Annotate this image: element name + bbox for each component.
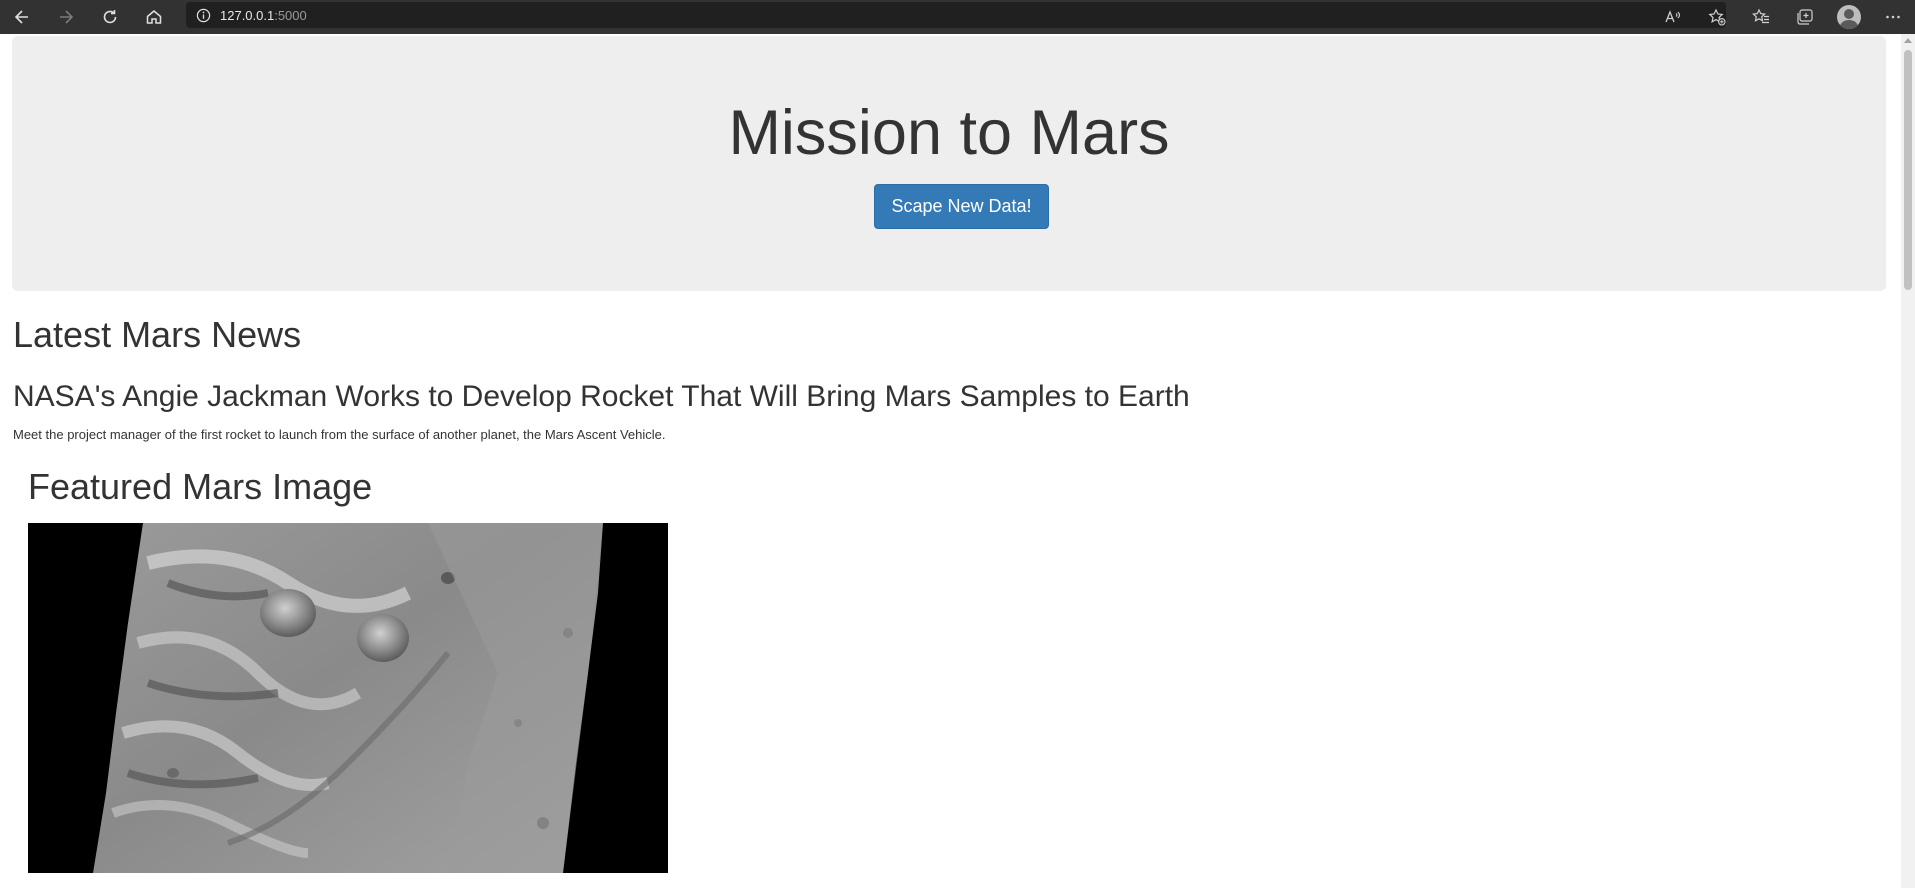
read-aloud-icon xyxy=(1665,10,1681,23)
info-icon[interactable] xyxy=(186,8,220,23)
news-teaser: Meet the project manager of the first ro… xyxy=(13,427,666,442)
back-icon xyxy=(14,10,28,24)
home-icon xyxy=(146,10,162,24)
featured-mars-image xyxy=(28,523,668,873)
profile-avatar xyxy=(1837,5,1861,29)
news-title: NASA's Angie Jackman Works to Develop Ro… xyxy=(13,380,1190,413)
url-text: 127.0.0.1:5000 xyxy=(220,8,307,23)
home-button[interactable] xyxy=(132,0,176,34)
add-favorite-icon xyxy=(1708,8,1726,26)
refresh-button[interactable] xyxy=(88,0,132,34)
page-viewport: Mission to Mars Scape New Data! Latest M… xyxy=(0,34,1901,888)
browser-toolbar: 127.0.0.1:5000 xyxy=(0,0,1915,34)
back-button[interactable] xyxy=(0,0,44,34)
more-button[interactable] xyxy=(1871,0,1915,34)
address-bar[interactable]: 127.0.0.1:5000 xyxy=(186,2,1726,28)
collections-icon xyxy=(1797,9,1813,25)
refresh-icon xyxy=(103,10,117,24)
featured-image-heading: Featured Mars Image xyxy=(28,466,373,507)
scrollbar-thumb[interactable] xyxy=(1904,50,1912,290)
forward-icon xyxy=(60,10,74,24)
browser-actions xyxy=(1651,0,1915,34)
forward-button[interactable] xyxy=(44,0,88,34)
page-scrollbar[interactable] xyxy=(1901,34,1915,888)
more-icon xyxy=(1886,15,1900,19)
page-title: Mission to Mars xyxy=(728,98,1170,168)
scrape-button[interactable]: Scape New Data! xyxy=(874,184,1049,229)
scroll-up-arrow-icon[interactable] xyxy=(1904,38,1912,43)
collections-button[interactable] xyxy=(1783,0,1827,34)
favorites-button[interactable] xyxy=(1739,0,1783,34)
url-port: :5000 xyxy=(274,7,307,23)
add-favorite-button[interactable] xyxy=(1695,0,1739,34)
read-aloud-button[interactable] xyxy=(1651,0,1695,34)
profile-button[interactable] xyxy=(1827,0,1871,34)
news-section-heading: Latest Mars News xyxy=(13,314,302,355)
favorites-icon xyxy=(1752,8,1769,24)
url-host: 127.0.0.1 xyxy=(220,7,275,23)
jumbotron: Mission to Mars Scape New Data! xyxy=(12,36,1886,291)
